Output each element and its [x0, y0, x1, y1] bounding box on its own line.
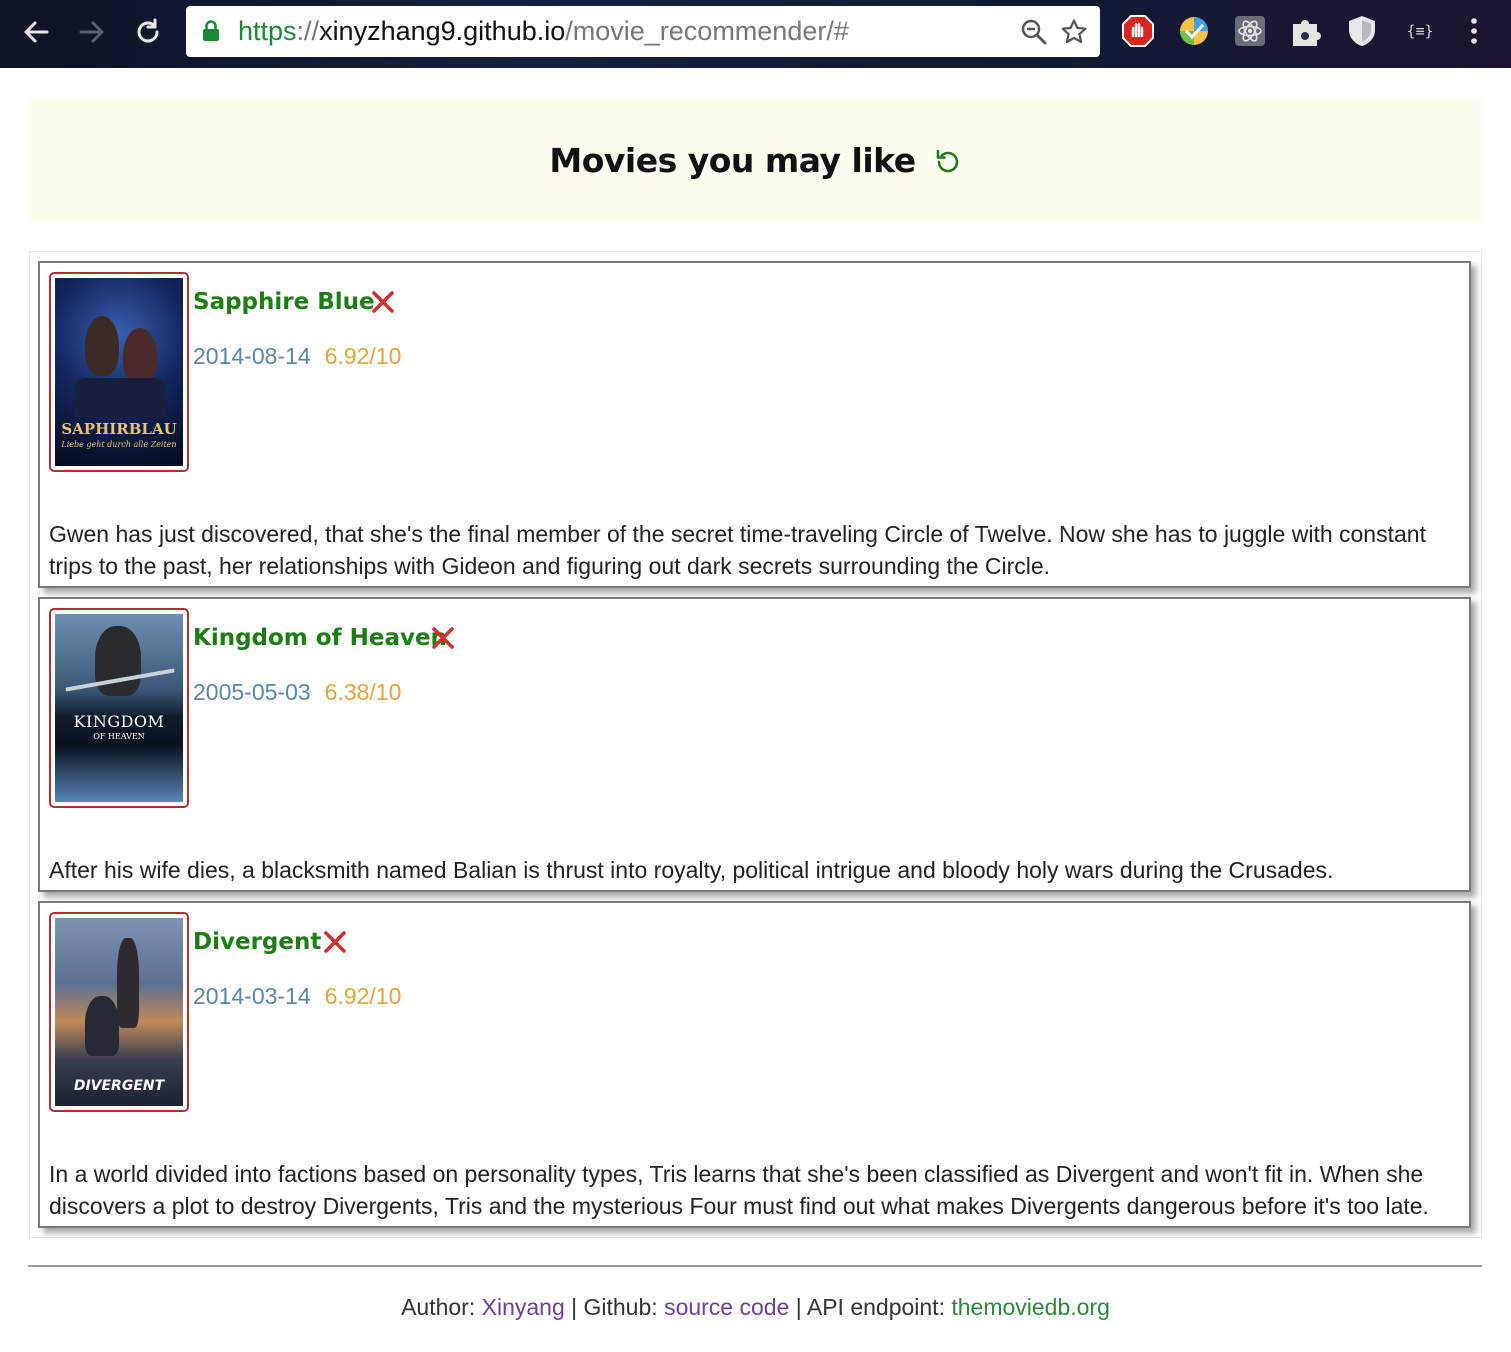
poster-title: DIVERGENT	[73, 1078, 165, 1094]
lock-icon	[203, 20, 219, 41]
browser-toolbar: https://xinyzhang9.github.io/movie_recom…	[0, 0, 1511, 68]
release-date: 2005-05-03	[193, 679, 311, 705]
back-icon[interactable]	[18, 14, 54, 50]
poster-title: SAPHIRBLAU	[61, 420, 177, 438]
extension-puzzle-icon[interactable]	[1288, 13, 1324, 49]
address-bar[interactable]: https://xinyzhang9.github.io/movie_recom…	[186, 6, 1100, 57]
url-text[interactable]: https://xinyzhang9.github.io/movie_recom…	[238, 6, 849, 57]
remove-button[interactable]	[370, 289, 396, 315]
movie-overview: In a world divided into factions based o…	[49, 1161, 1429, 1219]
movie-poster[interactable]: KINGDOM OF HEAVEN	[49, 608, 189, 808]
poster-subtitle: OF HEAVEN	[93, 732, 145, 741]
footer: Author: Xinyang | Github: source code | …	[0, 1294, 1511, 1321]
rating: 6.38/10	[324, 679, 402, 705]
adblock-icon[interactable]	[1120, 13, 1156, 49]
url-separator: ://	[296, 16, 320, 46]
remove-button[interactable]	[430, 625, 456, 651]
react-devtools-icon[interactable]	[1232, 13, 1268, 49]
url-scheme: https	[238, 16, 297, 46]
extension-color-icon[interactable]	[1176, 13, 1212, 49]
movie-poster[interactable]: SAPHIRBLAU Liebe geht durch alle Zeiten	[49, 272, 189, 472]
refresh-icon[interactable]	[934, 148, 962, 176]
reload-icon[interactable]	[130, 14, 166, 50]
source-code-link[interactable]: source code	[664, 1294, 789, 1320]
movie-poster[interactable]: DIVERGENT	[49, 912, 189, 1112]
author-link[interactable]: Xinyang	[482, 1294, 565, 1320]
movie-meta: 2014-03-14 6.92/10	[193, 983, 401, 1010]
release-date: 2014-08-14	[193, 343, 311, 369]
json-viewer-icon[interactable]: {≡}	[1400, 13, 1440, 49]
rating: 6.92/10	[324, 983, 402, 1009]
poster-subtitle: Liebe geht durch alle Zeiten	[61, 440, 177, 449]
movie-card: SAPHIRBLAU Liebe geht durch alle Zeiten …	[38, 261, 1471, 588]
movie-overview: After his wife dies, a blacksmith named …	[49, 857, 1334, 883]
footer-divider	[28, 1265, 1482, 1267]
movie-overview: Gwen has just discovered, that she's the…	[49, 521, 1426, 579]
star-icon[interactable]	[1060, 18, 1088, 46]
url-host: xinyzhang9.github.io	[319, 16, 566, 46]
movie-meta: 2005-05-03 6.38/10	[193, 679, 401, 706]
page-header: Movies you may like	[29, 97, 1482, 223]
rating: 6.92/10	[324, 343, 402, 369]
zoom-icon[interactable]	[1020, 18, 1048, 46]
release-date: 2014-03-14	[193, 983, 311, 1009]
movie-title[interactable]: Kingdom of Heaven	[193, 625, 447, 651]
movie-title[interactable]: Sapphire Blue	[193, 289, 375, 315]
footer-github-label: | Github:	[564, 1294, 665, 1320]
movie-title[interactable]: Divergent	[193, 929, 321, 955]
url-path: /movie_recommender/#	[565, 16, 849, 46]
poster-image: SAPHIRBLAU Liebe geht durch alle Zeiten	[55, 278, 183, 466]
forward-icon[interactable]	[74, 14, 110, 50]
menu-icon[interactable]	[1456, 13, 1492, 49]
page-title: Movies you may like	[549, 140, 916, 180]
movie-card: KINGDOM OF HEAVEN Kingdom of Heaven 2005…	[38, 597, 1471, 892]
footer-api-label: | API endpoint:	[789, 1294, 952, 1320]
movie-card: DIVERGENT Divergent 2014-03-14 6.92/10 In…	[38, 901, 1471, 1228]
poster-title: KINGDOM	[73, 712, 165, 731]
api-endpoint-link[interactable]: themoviedb.org	[951, 1294, 1110, 1320]
footer-author-label: Author:	[401, 1294, 482, 1320]
poster-image: KINGDOM OF HEAVEN	[55, 614, 183, 802]
shield-icon[interactable]	[1344, 13, 1380, 49]
poster-image: DIVERGENT	[55, 918, 183, 1106]
movie-meta: 2014-08-14 6.92/10	[193, 343, 401, 370]
remove-button[interactable]	[322, 929, 348, 955]
